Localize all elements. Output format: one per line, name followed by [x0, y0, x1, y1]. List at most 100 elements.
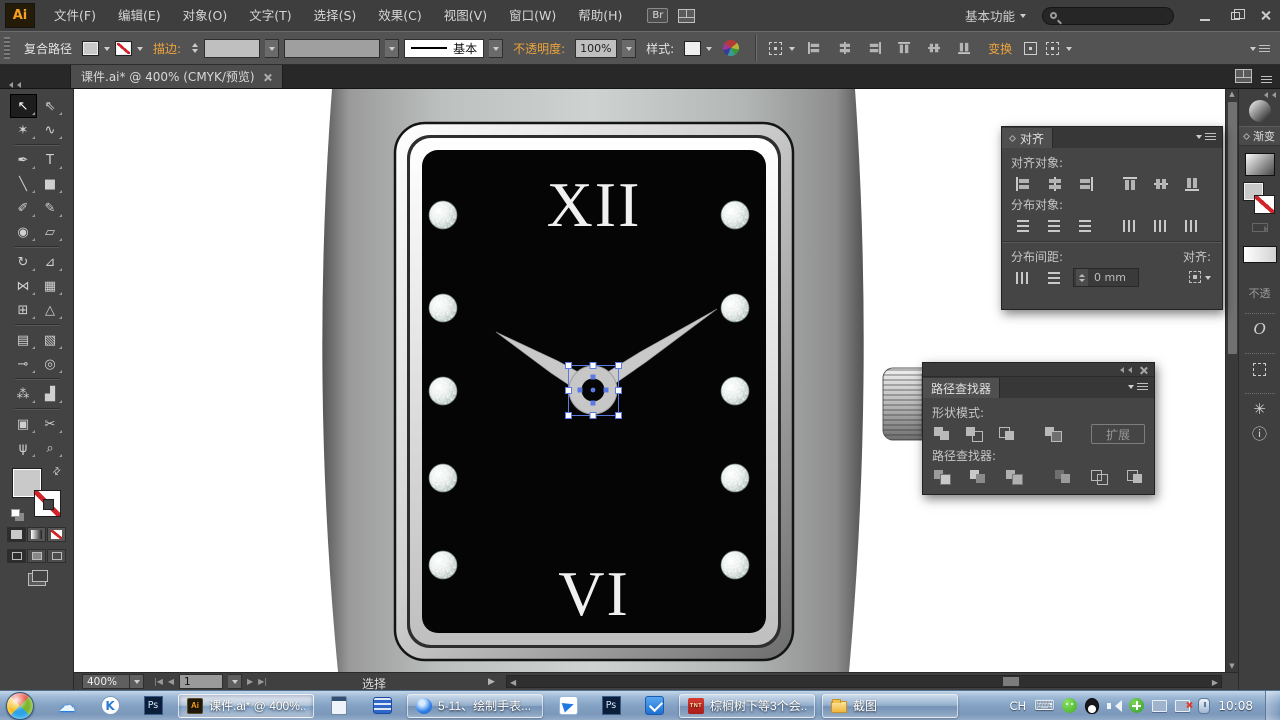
- profile-dropdown[interactable]: [489, 38, 504, 58]
- vertical-distribute-center-button[interactable]: [1042, 216, 1067, 235]
- intersect-button[interactable]: [997, 425, 1017, 444]
- horizontal-distribute-left-button[interactable]: [1118, 216, 1143, 235]
- horizontal-scrollbar[interactable]: ◀ ▶: [506, 675, 1222, 688]
- direct-selection-tool[interactable]: ⇖: [37, 94, 64, 118]
- horizontal-scroll-thumb[interactable]: [1003, 677, 1019, 686]
- pen-tool[interactable]: ✒: [10, 148, 37, 172]
- stroke-link[interactable]: 描边:: [153, 40, 181, 57]
- arrange-documents-icon[interactable]: [678, 8, 696, 23]
- info-panel-icon[interactable]: ⓘ: [1239, 421, 1280, 445]
- opacity-link[interactable]: 不透明度:: [513, 40, 565, 57]
- eraser-tool[interactable]: ▱: [37, 220, 64, 244]
- gradient-panel-icon[interactable]: [1248, 100, 1271, 122]
- control-horizontal-align-left-button[interactable]: [804, 39, 824, 57]
- volume-icon[interactable]: [1107, 699, 1123, 712]
- last-artboard-button[interactable]: ▶|: [258, 677, 267, 686]
- paintbrush-tool[interactable]: ✐: [10, 196, 37, 220]
- perspective-grid-tool[interactable]: △: [37, 298, 64, 322]
- expand-button[interactable]: 扩展: [1091, 424, 1146, 444]
- menubar-menu-6[interactable]: 视图(V): [433, 0, 498, 31]
- first-artboard-button[interactable]: |◀: [154, 677, 163, 686]
- swap-fill-stroke-icon[interactable]: ⇄: [50, 465, 64, 479]
- workspace-switcher[interactable]: 基本功能: [965, 6, 1026, 25]
- control-vertical-align-top-button[interactable]: [894, 39, 914, 57]
- brush-definition-select[interactable]: [284, 38, 381, 58]
- menubar-menu-2[interactable]: 对象(O): [172, 0, 239, 31]
- menubar-menu-7[interactable]: 窗口(W): [498, 0, 567, 31]
- color-mode-button[interactable]: [7, 527, 26, 542]
- clock[interactable]: 10:08: [1218, 699, 1253, 713]
- vertical-distribute-top-button[interactable]: [1011, 216, 1036, 235]
- remote-device-icon[interactable]: [1198, 697, 1211, 714]
- opacity-dropdown[interactable]: [622, 38, 637, 58]
- horizontal-align-left-button[interactable]: [1011, 174, 1036, 193]
- prev-artboard-button[interactable]: ◀: [168, 677, 174, 686]
- taskbar-window-3[interactable]: 截图: [822, 693, 958, 718]
- scroll-left-icon[interactable]: ◀: [510, 678, 516, 687]
- bridge-button[interactable]: Br: [647, 8, 669, 23]
- blob-brush-tool[interactable]: ◉: [10, 220, 37, 244]
- close-button[interactable]: [1250, 4, 1280, 28]
- unite-button[interactable]: [932, 425, 952, 444]
- align-panel-tab[interactable]: 对齐: [1002, 128, 1054, 148]
- transform-panel-icon[interactable]: [1239, 357, 1280, 381]
- horizontal-distribute-right-button[interactable]: [1180, 216, 1205, 235]
- menubar-menu-1[interactable]: 编辑(E): [107, 0, 172, 31]
- recolor-artwork-icon[interactable]: [723, 40, 740, 56]
- vertical-distribute-bottom-button[interactable]: [1073, 216, 1098, 235]
- qq-tray-icon[interactable]: [1085, 697, 1100, 714]
- pencil-tool[interactable]: ✎: [37, 196, 64, 220]
- calculator-icon[interactable]: [326, 693, 352, 719]
- network-error-icon[interactable]: [1175, 699, 1191, 712]
- start-button[interactable]: [6, 691, 34, 720]
- minimize-button[interactable]: [1190, 4, 1220, 28]
- panel-menu-icon[interactable]: [1128, 381, 1148, 398]
- horizontal-align-center-button[interactable]: [1042, 174, 1067, 193]
- isolate-selection-icon[interactable]: [1046, 41, 1060, 55]
- stroke-panel-icon[interactable]: O: [1239, 317, 1280, 341]
- scroll-right-icon[interactable]: ▶: [1212, 678, 1218, 687]
- pathfinder-panel-icon[interactable]: ✳: [1239, 397, 1280, 421]
- brush-dropdown[interactable]: [385, 38, 400, 58]
- chevron-down-icon[interactable]: [104, 46, 111, 54]
- menu-icon[interactable]: [1261, 75, 1272, 77]
- rotate-tool[interactable]: ↻: [10, 250, 37, 274]
- artboard-dropdown[interactable]: [228, 674, 243, 689]
- chevron-down-icon[interactable]: [1066, 46, 1073, 54]
- scroll-up-icon[interactable]: ▲: [1229, 89, 1234, 100]
- reverse-gradient-icon[interactable]: [1251, 223, 1268, 232]
- numeral-twelve[interactable]: XII: [547, 169, 642, 240]
- gradient-mode-button[interactable]: [27, 527, 46, 542]
- safety-tray-icon[interactable]: [1129, 698, 1145, 713]
- language-indicator[interactable]: CH: [1010, 699, 1027, 713]
- collapse-panel-icon[interactable]: [1117, 366, 1132, 373]
- crop-button[interactable]: [1053, 467, 1073, 486]
- draw-behind-button[interactable]: [27, 549, 46, 563]
- slice-tool[interactable]: ✂: [37, 412, 64, 436]
- taskbar-window-0[interactable]: Ai 课件.ai* @ 400%...: [178, 693, 314, 718]
- zoom-level-input[interactable]: 400%: [82, 674, 130, 689]
- width-tool[interactable]: ⋈: [10, 274, 37, 298]
- collapse-dock-icon[interactable]: [1261, 92, 1276, 98]
- opacity-input[interactable]: 100%: [575, 38, 618, 58]
- artboard-number-input[interactable]: 1: [179, 674, 224, 689]
- fill-color-swatch[interactable]: [82, 40, 100, 56]
- control-panel-menu[interactable]: [1250, 43, 1270, 54]
- draw-inside-button[interactable]: [47, 549, 66, 563]
- chevron-down-icon[interactable]: [137, 46, 144, 54]
- scale-tool[interactable]: ⊿: [37, 250, 64, 274]
- stroke-proxy[interactable]: [33, 490, 61, 517]
- eyedropper-tool[interactable]: ⊸: [10, 352, 37, 376]
- draw-normal-button[interactable]: [7, 549, 26, 563]
- vertical-distribute-space-button[interactable]: [1042, 268, 1067, 287]
- wechat-tray-icon[interactable]: [1062, 698, 1078, 713]
- media-app-icon[interactable]: [369, 693, 395, 719]
- collapse-panels-icon[interactable]: [0, 79, 70, 88]
- taskbar-window-2[interactable]: TNT 棕榈树下等3个会...: [679, 693, 815, 718]
- none-mode-button[interactable]: [47, 527, 66, 542]
- symbol-sprayer-tool[interactable]: ⁂: [10, 382, 37, 406]
- blend-tool[interactable]: ◎: [37, 352, 64, 376]
- variable-width-profile[interactable]: 基本: [404, 38, 485, 58]
- gradient-panel-tab[interactable]: 渐变: [1239, 126, 1280, 146]
- outline-button[interactable]: [1089, 467, 1109, 486]
